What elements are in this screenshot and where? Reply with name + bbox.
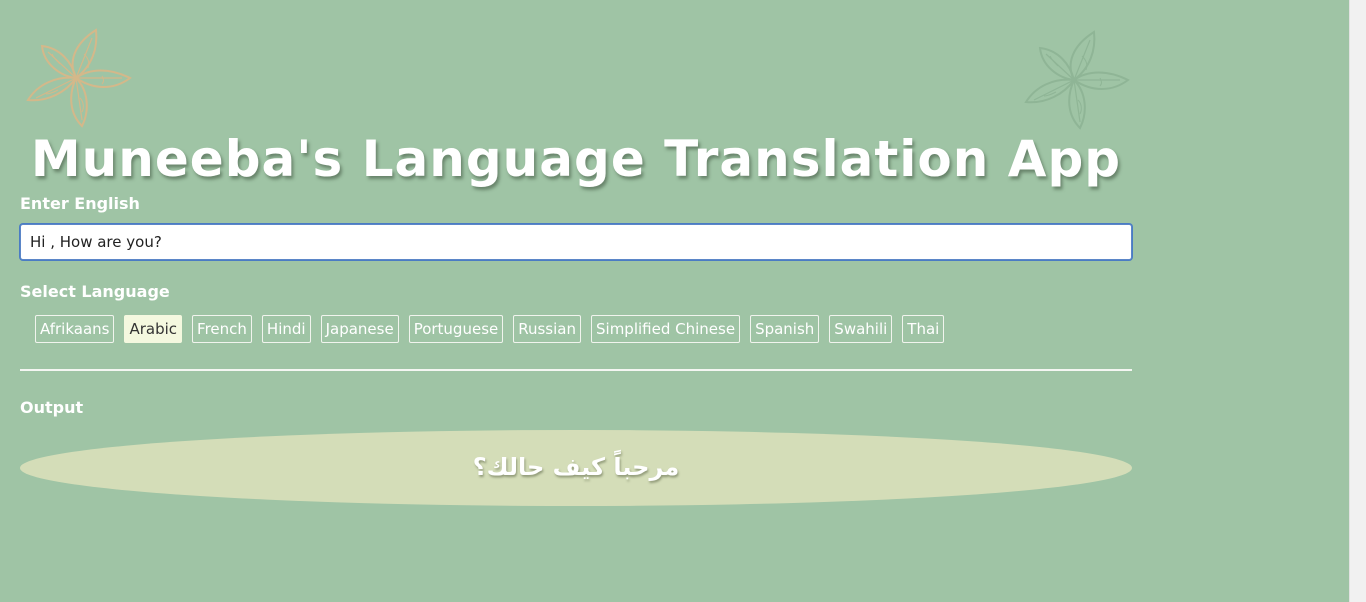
language-button-portuguese[interactable]: Portuguese xyxy=(408,315,504,343)
language-button-row: Afrikaans Arabic French Hindi Japanese P… xyxy=(35,315,945,343)
vertical-scrollbar[interactable] xyxy=(1349,0,1366,602)
page: Muneeba's Language Translation App Enter… xyxy=(0,0,1349,602)
language-button-russian[interactable]: Russian xyxy=(513,315,581,343)
language-button-spanish[interactable]: Spanish xyxy=(750,315,820,343)
flower-icon xyxy=(1024,30,1130,130)
language-button-swahili[interactable]: Swahili xyxy=(829,315,893,343)
output-text: مرحباً كيف حالك؟ xyxy=(472,453,680,481)
language-label: Select Language xyxy=(20,282,170,301)
language-button-arabic[interactable]: Arabic xyxy=(124,315,183,343)
language-button-thai[interactable]: Thai xyxy=(902,315,945,343)
input-label: Enter English xyxy=(20,194,140,213)
page-title: Muneeba's Language Translation App xyxy=(30,130,1122,188)
language-button-afrikaans[interactable]: Afrikaans xyxy=(35,315,115,343)
output-panel: مرحباً كيف حالك؟ xyxy=(20,430,1132,506)
flower-icon xyxy=(26,28,132,128)
language-button-french[interactable]: French xyxy=(192,315,252,343)
language-button-japanese[interactable]: Japanese xyxy=(320,315,399,343)
language-button-hindi[interactable]: Hindi xyxy=(261,315,311,343)
section-divider xyxy=(20,369,1132,371)
language-button-simplified-chinese[interactable]: Simplified Chinese xyxy=(591,315,741,343)
english-text-input[interactable] xyxy=(20,224,1132,260)
output-label: Output xyxy=(20,398,84,417)
